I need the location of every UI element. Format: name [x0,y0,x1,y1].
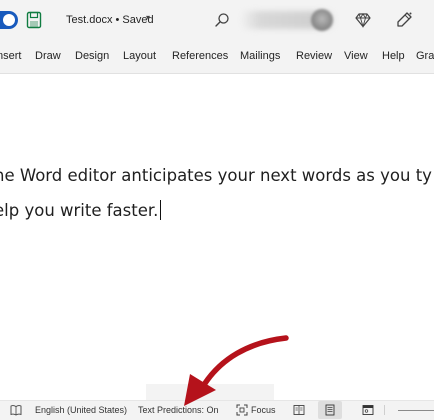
diamond-icon[interactable] [355,12,371,28]
zoom-slider[interactable] [398,410,434,411]
read-mode-icon[interactable] [293,404,305,416]
tab-graphics[interactable]: Gra [416,50,434,62]
tab-mailings[interactable]: Mailings [240,50,280,62]
text-cursor [160,200,162,220]
document-line-text: elp you write faster. [0,201,159,220]
tab-references[interactable]: References [172,50,228,62]
tab-view[interactable]: View [344,50,368,62]
tab-design[interactable]: Design [75,50,109,62]
pen-icon[interactable] [395,11,413,29]
toggle-knob [3,14,15,26]
document-title[interactable]: Test.docx • Saved [66,14,154,26]
search-icon[interactable] [214,12,230,28]
avatar[interactable] [311,9,333,31]
language-status[interactable]: English (United States) [35,405,127,415]
status-divider [384,405,385,415]
chevron-down-icon[interactable]: ▾ [146,13,150,22]
book-icon[interactable] [10,404,22,416]
autosave-toggle[interactable] [0,11,18,29]
tab-review[interactable]: Review [296,50,332,62]
ribbon-tabs: nsert Draw Design Layout References Mail… [0,40,434,74]
document-line: he Word editor anticipates your next wor… [0,166,432,185]
tab-layout[interactable]: Layout [123,50,156,62]
tab-help[interactable]: Help [382,50,405,62]
web-layout-icon[interactable] [362,404,374,416]
title-bar: Test.docx • Saved ▾ [0,0,434,40]
document-body[interactable]: he Word editor anticipates your next wor… [0,158,434,228]
annotation-arrow [184,335,289,406]
tab-draw[interactable]: Draw [35,50,61,62]
document-line-last: elp you write faster. [0,193,434,228]
save-icon[interactable] [26,11,42,29]
print-layout-icon[interactable] [324,404,336,416]
tab-insert[interactable]: nsert [0,50,21,62]
